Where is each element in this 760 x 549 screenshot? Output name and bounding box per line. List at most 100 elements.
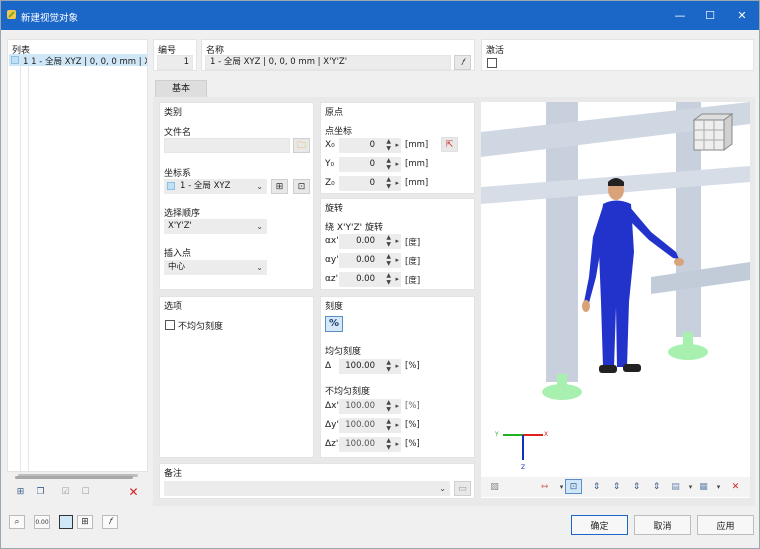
rotation-row-z: αz' 0.00 ▲ ▼ ▸ [度] (321, 272, 471, 287)
origin-header: 原点 (325, 108, 344, 118)
rotation-x-input[interactable]: 0.00 ▲ ▼ ▸ (339, 234, 401, 249)
apply-button[interactable]: 应用 (697, 515, 754, 535)
nonuniform-x-input[interactable]: 100.00 ▲ ▼ ▸ (339, 399, 401, 414)
nonuniform-z-input[interactable]: 100.00 ▲ ▼ ▸ (339, 437, 401, 452)
unit-label: [度] (405, 276, 421, 286)
point-coords-label: 点坐标 (325, 127, 353, 137)
origin-row-x: X₀ 0 ▲ ▼ ▸ [mm] (321, 138, 441, 153)
tree-guide (28, 66, 29, 471)
add-item-icon[interactable]: ⊞ (12, 484, 29, 499)
unit-label: [度] (405, 257, 421, 267)
units-icon[interactable]: 0.00 (34, 515, 50, 529)
name-panel: 名称 1 - 全局 XYZ | 0, 0, 0 mm | X'Y'Z' 𝑓 (201, 39, 475, 71)
axis-label: Δx' (325, 401, 339, 411)
list-panel: 列表 1 1 - 全局 XYZ | 0, 0, 0 mm | X'Y'Z' (7, 39, 148, 477)
unit-label: [%] (405, 361, 420, 371)
origin-y-input[interactable]: 0 ▲ ▼ ▸ (339, 157, 401, 172)
chevron-down-icon: ⌄ (256, 182, 263, 191)
nonuniform-scale-label: 不均匀刻度 (325, 387, 371, 397)
unit-label: [%] (405, 420, 420, 430)
nonuniform-row-z: Δz' 100.00 ▲ ▼ ▸ [%] (321, 437, 471, 452)
check-all-icon[interactable]: ☑ (57, 484, 74, 499)
coord-system-dropdown[interactable]: 1 - 全局 XYZ ⌄ (164, 179, 267, 194)
minimize-button[interactable]: — (665, 1, 695, 30)
search-icon[interactable]: ⌕ (9, 515, 25, 529)
pick-point-icon[interactable]: ⇱ (441, 137, 458, 152)
insert-value: 中心 (168, 262, 186, 272)
axis-label: αz' (325, 274, 339, 284)
origin-x-input[interactable]: 0 ▲ ▼ ▸ (339, 138, 401, 153)
app-icon (6, 9, 17, 20)
rotation-about-label: 绕 X'Y'Z' 旋转 (325, 223, 383, 233)
list-item[interactable]: 1 1 - 全局 XYZ | 0, 0, 0 mm | X'Y'Z' (9, 54, 147, 67)
color-icon[interactable] (59, 515, 73, 529)
list-item-label: 1 1 - 全局 XYZ | 0, 0, 0 mm | X'Y'Z' (23, 57, 147, 67)
view-y-icon[interactable]: ⇕ (608, 479, 625, 494)
view-iso-icon[interactable]: ⊡ (565, 479, 582, 494)
order-dropdown[interactable]: X'Y'Z' ⌄ (164, 219, 267, 234)
edit-coord-icon[interactable]: ⊡ (293, 179, 310, 194)
number-field[interactable]: 1 (157, 55, 193, 70)
view-cube[interactable] (692, 113, 734, 151)
render-mode-icon[interactable]: ▧ (486, 479, 503, 494)
scale-panel: 刻度 % 均匀刻度 Δ 100.00 ▲ ▼ ▸ [%] 不均匀刻度 Δx' 100.… (320, 296, 475, 458)
rotation-y-value: 0.00 (356, 255, 375, 265)
edit-name-icon[interactable]: 𝑓 (454, 55, 471, 70)
view-z-icon[interactable]: ⇕ (628, 479, 645, 494)
rotation-z-input[interactable]: 0.00 ▲ ▼ ▸ (339, 272, 401, 287)
category-panel: 类别 文件名 🗀 坐标系 1 - 全局 XYZ ⌄ ⊞ ⊡ 选择顺序 X'Y'Z… (159, 102, 314, 290)
origin-rows: X₀ 0 ▲ ▼ ▸ [mm] Y₀ 0 ▲ ▼ ▸ [mm] Z₀ 0 ▲ ▼ ▸ [mm] (321, 138, 441, 198)
list-hscroll[interactable] (15, 475, 145, 480)
percent-button[interactable]: % (325, 316, 343, 332)
category-header: 类别 (164, 108, 183, 118)
rotation-z-value: 0.00 (356, 274, 375, 284)
footer: ⌕ 0.00 ⊞ 𝑓 确定 取消 应用 (1, 509, 759, 548)
comment-dropdown[interactable]: ⌄ (164, 481, 450, 496)
delete-icon[interactable]: ✕ (125, 484, 142, 499)
unit-label: [mm] (405, 178, 429, 188)
origin-z-value: 0 (369, 178, 375, 188)
comment-edit-icon[interactable]: ▭ (454, 481, 471, 496)
file-name-field[interactable] (164, 138, 290, 153)
new-coord-icon[interactable]: ⊞ (271, 179, 288, 194)
axis-label: Y₀ (325, 159, 335, 169)
folder-icon[interactable]: 🗀 (293, 138, 310, 153)
dropdown-arrow-icon[interactable]: ▾ (710, 479, 727, 494)
nonuniform-checkbox[interactable] (165, 320, 175, 330)
uncheck-all-icon[interactable]: ☐ (77, 484, 94, 499)
formula-icon[interactable]: 𝑓 (102, 515, 118, 529)
view-reset-icon[interactable]: ⇕ (648, 479, 665, 494)
nonuniform-z-value: 100.00 (345, 439, 375, 449)
comment-panel: 备注 ⌄ ▭ (159, 463, 475, 499)
nonuniform-checkbox-label[interactable]: 不均匀刻度 (178, 319, 223, 332)
axis-label: Δy' (325, 420, 339, 430)
rotation-y-input[interactable]: 0.00 ▲ ▼ ▸ (339, 253, 401, 268)
nonuniform-y-input[interactable]: 100.00 ▲ ▼ ▸ (339, 418, 401, 433)
window-title: 新建视觉对象 (21, 13, 79, 24)
chevron-down-icon: ⌄ (439, 484, 446, 493)
activate-checkbox[interactable] (487, 58, 497, 68)
uniform-scale-value: 100.00 (345, 361, 375, 371)
axis-label: αx' (325, 236, 339, 246)
cancel-button[interactable]: 取消 (634, 515, 691, 535)
name-field[interactable]: 1 - 全局 XYZ | 0, 0, 0 mm | X'Y'Z' (205, 55, 451, 70)
uniform-scale-label: 均匀刻度 (325, 347, 362, 357)
uniform-scale-input[interactable]: 100.00 ▲ ▼ ▸ (339, 359, 401, 374)
model-icon[interactable]: ⊞ (77, 515, 93, 529)
insert-dropdown[interactable]: 中心 ⌄ (164, 260, 267, 275)
origin-y-value: 0 (369, 159, 375, 169)
copy-item-icon[interactable]: ❐ (32, 484, 49, 499)
preview-scene (481, 102, 750, 460)
tab-basic[interactable]: 基本 (155, 80, 207, 97)
reset-view-icon[interactable]: ✕ (727, 479, 744, 494)
close-button[interactable]: ✕ (727, 1, 757, 30)
maximize-button[interactable]: ☐ (695, 1, 725, 30)
origin-z-input[interactable]: 0 ▲ ▼ ▸ (339, 176, 401, 191)
origin-row-z: Z₀ 0 ▲ ▼ ▸ [mm] (321, 176, 441, 191)
options-header: 选项 (164, 302, 183, 312)
options-panel: 选项 不均匀刻度 (159, 296, 314, 458)
preview-viewport[interactable]: X Y Z (481, 102, 750, 498)
view-x-icon[interactable]: ⇕ (588, 479, 605, 494)
ok-button[interactable]: 确定 (571, 515, 628, 535)
dimension-icon[interactable]: ⇿ (536, 479, 553, 494)
